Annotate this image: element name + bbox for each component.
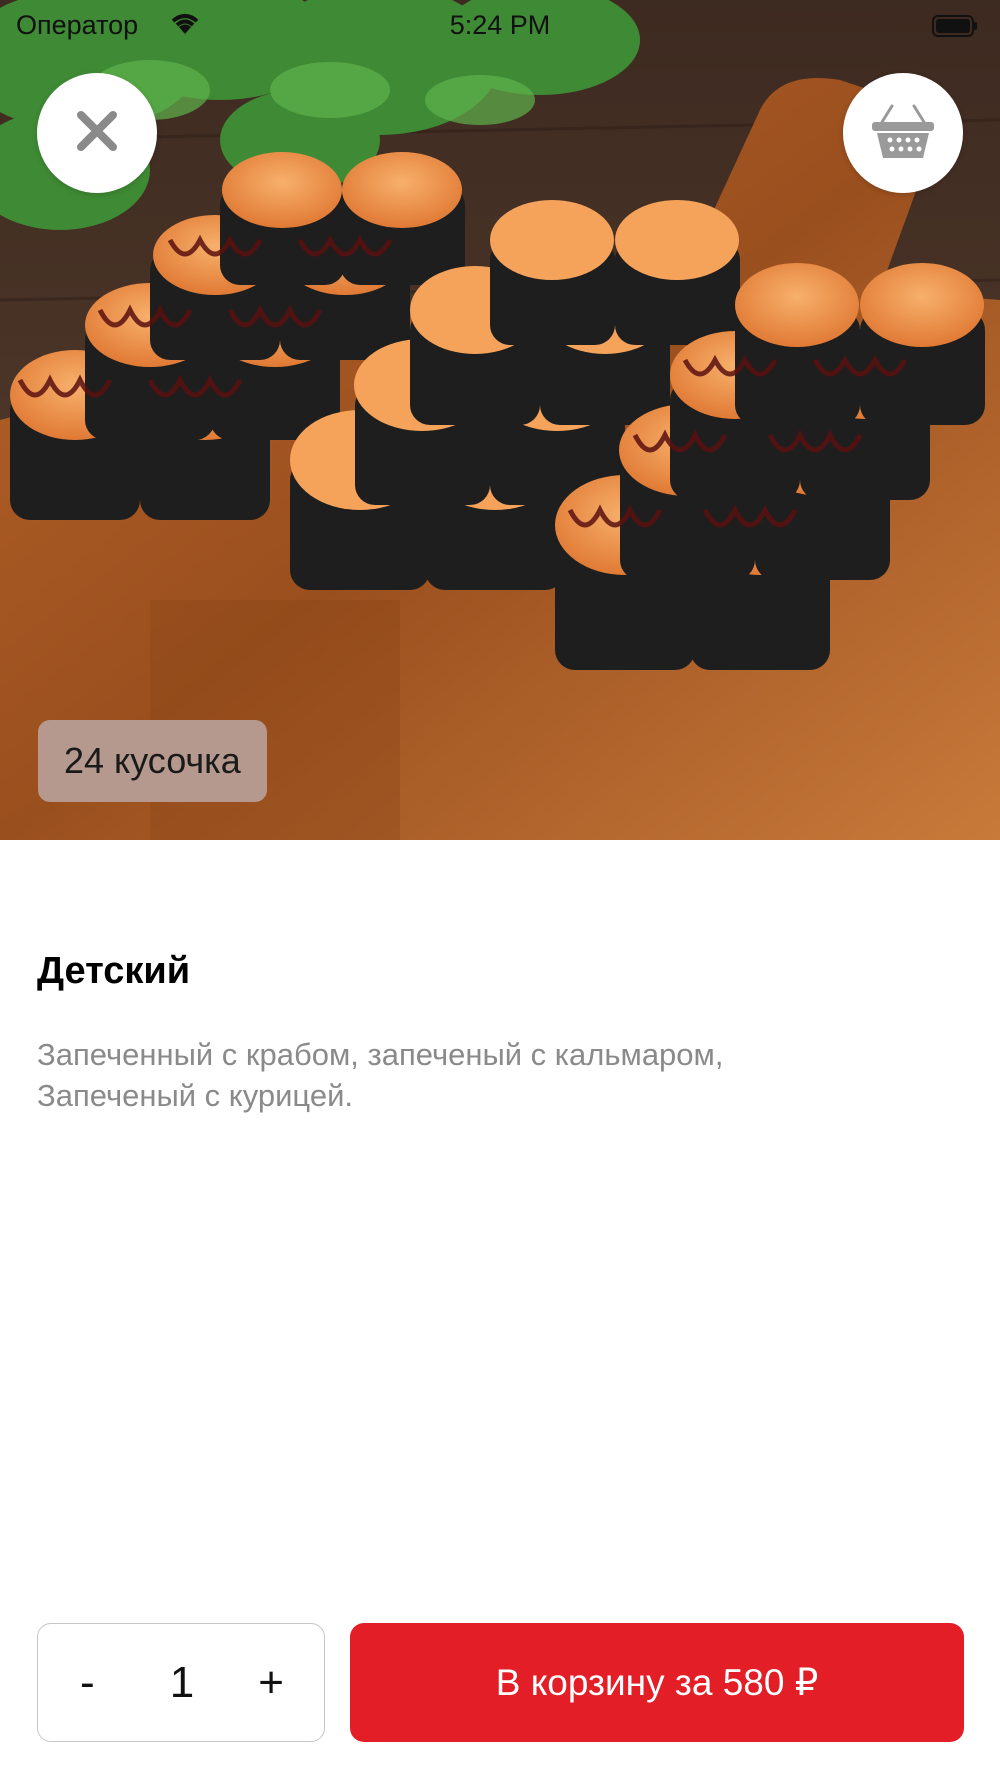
status-bar: Оператор 5:24 PM [0, 0, 1000, 50]
increase-quantity-button[interactable]: + [258, 1624, 284, 1741]
product-image: Оператор 5:24 PM 24 кусочка [0, 0, 1000, 840]
product-description: Запеченный с крабом, запеченый с кальмар… [37, 1037, 724, 1113]
basket-icon [870, 102, 936, 165]
close-icon [75, 109, 119, 158]
close-button[interactable] [37, 73, 157, 193]
product-title: Детский [37, 950, 191, 992]
cart-button[interactable] [843, 73, 963, 193]
pieces-badge: 24 кусочка [38, 720, 267, 802]
battery-icon [932, 13, 978, 37]
add-to-cart-button[interactable]: В корзину за 580 ₽ [350, 1623, 964, 1742]
status-time: 5:24 PM [449, 10, 551, 40]
quantity-stepper: - 1 + [37, 1623, 325, 1742]
